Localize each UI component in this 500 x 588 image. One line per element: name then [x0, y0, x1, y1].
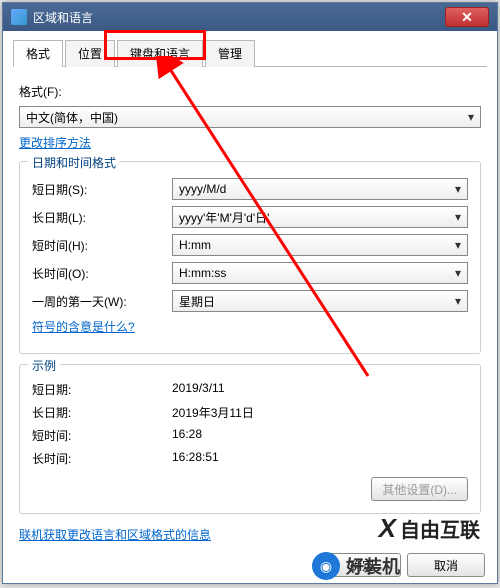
format-value: 中文(简体，中国) [26, 109, 118, 126]
titlebar: 区域和语言 ✕ [3, 3, 497, 31]
first-day-label: 一周的第一天(W): [32, 293, 172, 310]
tab-format[interactable]: 格式 [13, 40, 63, 67]
tab-location[interactable]: 位置 [65, 40, 115, 67]
short-time-value: H:mm [179, 238, 211, 252]
long-date-value: yyyy'年'M'月'd'日' [179, 209, 269, 226]
example-group: 示例 短日期: 2019/3/11 长日期: 2019年3月11日 短时间: 1… [19, 364, 481, 514]
globe-icon [11, 9, 27, 25]
first-day-value: 星期日 [179, 293, 215, 310]
first-day-dropdown[interactable]: 星期日 [172, 290, 468, 312]
datetime-group: 日期和时间格式 短日期(S): yyyy/M/d 长日期(L): yyyy'年'… [19, 161, 481, 354]
long-time-value: H:mm:ss [179, 266, 226, 280]
tab-admin[interactable]: 管理 [205, 40, 255, 67]
short-date-dropdown[interactable]: yyyy/M/d [172, 178, 468, 200]
tab-content-format: 格式(F): 中文(简体，中国) 更改排序方法 日期和时间格式 短日期(S): … [13, 67, 487, 555]
camera-icon: ◉ [312, 552, 340, 580]
short-date-label: 短日期(S): [32, 181, 172, 198]
close-icon: ✕ [461, 9, 473, 26]
watermark-2-text: 好装机 [346, 553, 400, 579]
long-time-dropdown[interactable]: H:mm:ss [172, 262, 468, 284]
watermark-2: ◉ 好装机 [312, 552, 400, 580]
watermark-1: X 自由互联 [379, 513, 480, 544]
ex-long-time-label: 长时间: [32, 450, 172, 467]
region-language-window: 区域和语言 ✕ 格式 位置 键盘和语言 管理 格式(F): 中文(简体，中国) … [2, 2, 498, 584]
datetime-group-title: 日期和时间格式 [28, 154, 120, 171]
ex-short-date-value: 2019/3/11 [172, 381, 468, 398]
client-area: 格式 位置 键盘和语言 管理 格式(F): 中文(简体，中国) 更改排序方法 日… [3, 31, 497, 563]
format-label: 格式(F): [19, 83, 481, 100]
tab-keyboard-language[interactable]: 键盘和语言 [117, 40, 203, 67]
long-time-label: 长时间(O): [32, 265, 172, 282]
example-group-title: 示例 [28, 357, 60, 374]
long-date-label: 长日期(L): [32, 209, 172, 226]
symbol-meaning-link[interactable]: 符号的含意是什么? [32, 320, 135, 334]
long-date-dropdown[interactable]: yyyy'年'M'月'd'日' [172, 206, 468, 228]
ex-short-time-label: 短时间: [32, 427, 172, 444]
cancel-button[interactable]: 取消 [407, 553, 485, 577]
close-button[interactable]: ✕ [445, 7, 489, 27]
short-time-label: 短时间(H): [32, 237, 172, 254]
tab-strip: 格式 位置 键盘和语言 管理 [13, 39, 487, 67]
ex-long-date-label: 长日期: [32, 404, 172, 421]
ex-short-date-label: 短日期: [32, 381, 172, 398]
format-dropdown[interactable]: 中文(简体，中国) [19, 106, 481, 128]
sort-method-link[interactable]: 更改排序方法 [19, 136, 91, 150]
short-date-value: yyyy/M/d [179, 182, 226, 196]
ex-long-time-value: 16:28:51 [172, 450, 468, 467]
short-time-dropdown[interactable]: H:mm [172, 234, 468, 256]
ex-long-date-value: 2019年3月11日 [172, 404, 468, 421]
window-title: 区域和语言 [33, 9, 445, 26]
watermark-x-icon: X [379, 513, 396, 544]
watermark-1-text: 自由互联 [400, 514, 480, 543]
ex-short-time-value: 16:28 [172, 427, 468, 444]
other-settings-button[interactable]: 其他设置(D)... [371, 477, 468, 501]
online-info-link[interactable]: 联机获取更改语言和区域格式的信息 [19, 528, 211, 542]
